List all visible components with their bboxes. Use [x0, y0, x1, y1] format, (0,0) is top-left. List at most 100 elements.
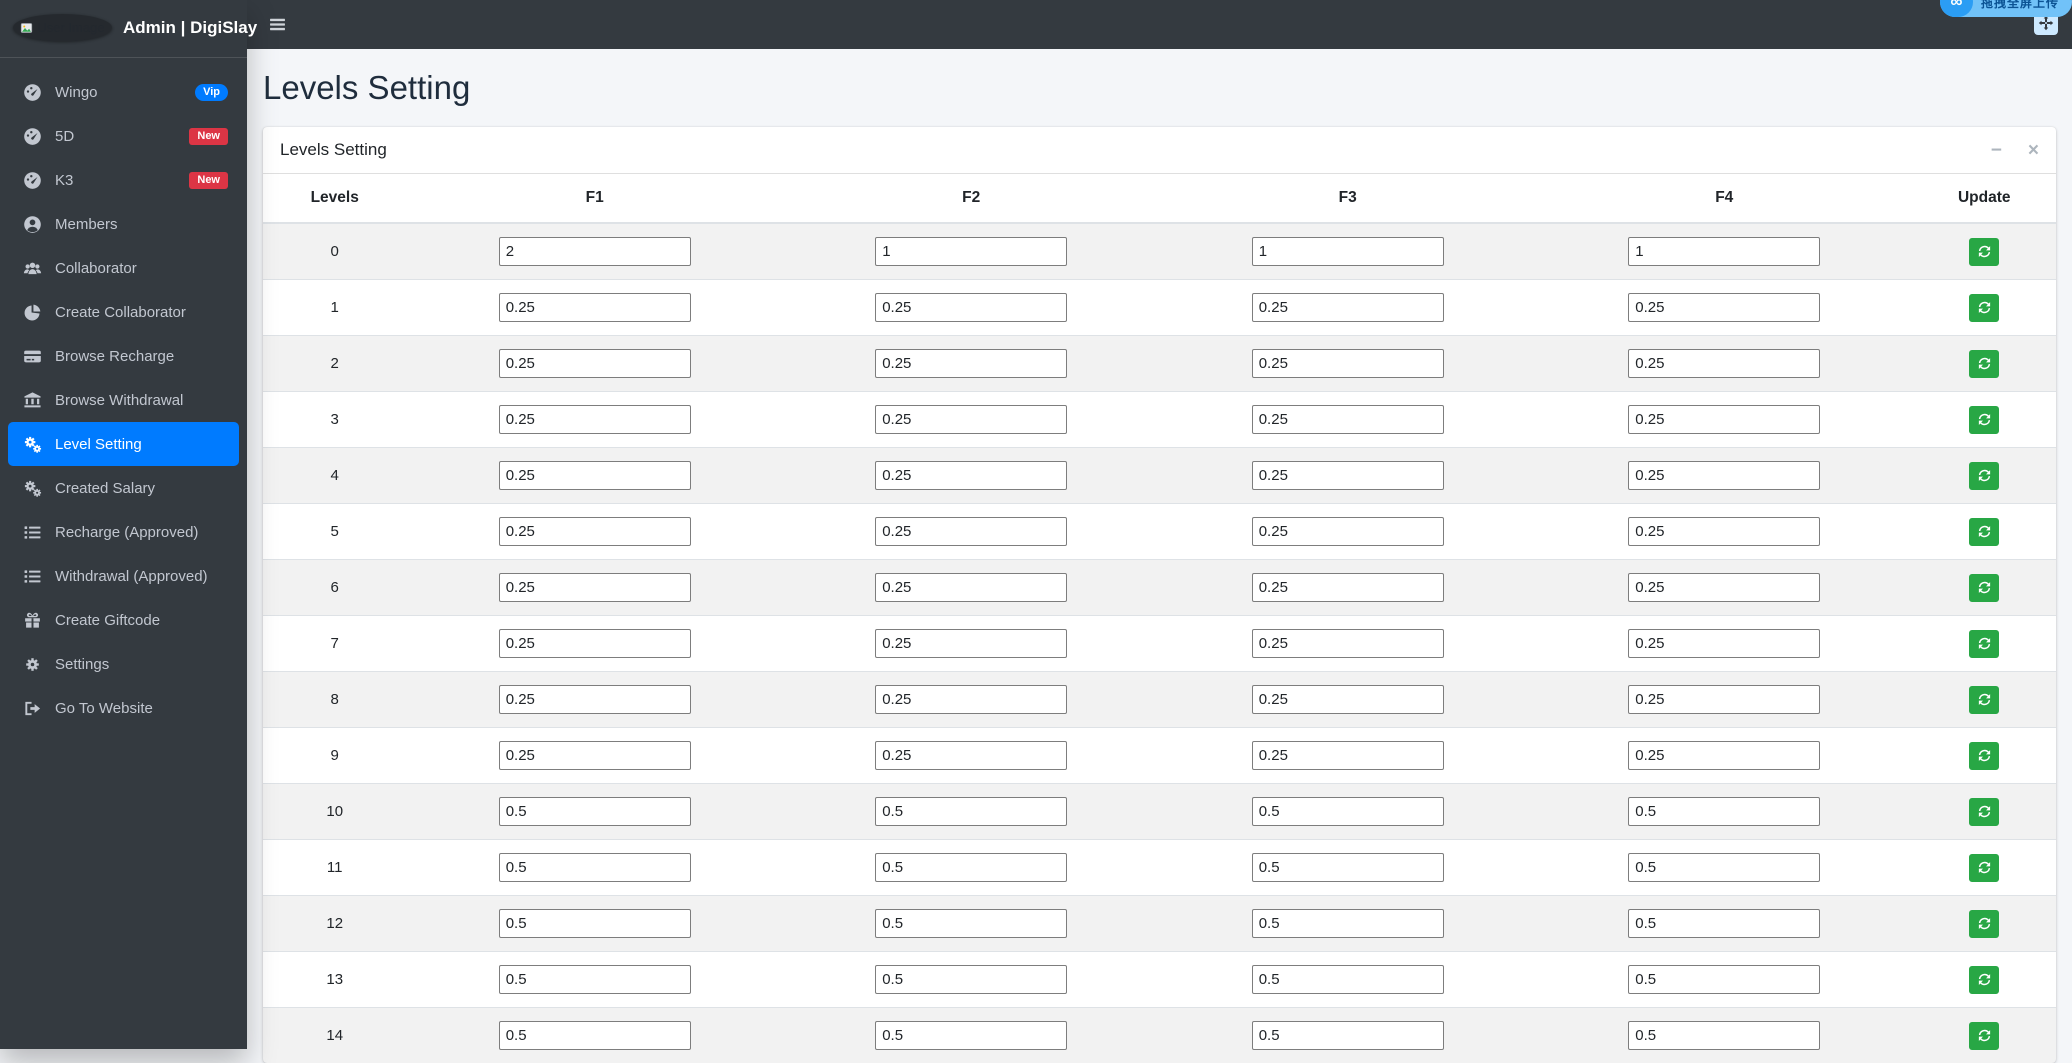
sidebar-item-browse-withdrawal[interactable]: Browse Withdrawal: [8, 378, 239, 422]
f1-input[interactable]: [499, 629, 691, 658]
sidebar-item-collaborator[interactable]: Collaborator: [8, 246, 239, 290]
f3-input[interactable]: [1252, 517, 1444, 546]
f2-input[interactable]: [875, 965, 1067, 994]
update-button[interactable]: [1969, 406, 1999, 434]
f4-input[interactable]: [1628, 1021, 1820, 1050]
update-button[interactable]: [1969, 854, 1999, 882]
table-header-row: Levels F1 F2 F3 F4 Update: [263, 174, 2056, 223]
f1-input[interactable]: [499, 685, 691, 714]
f1-input[interactable]: [499, 909, 691, 938]
update-button[interactable]: [1969, 742, 1999, 770]
f2-input[interactable]: [875, 741, 1067, 770]
f4-input[interactable]: [1628, 461, 1820, 490]
f3-input[interactable]: [1252, 461, 1444, 490]
levels-setting-card: Levels Setting − × Levels F1 F2 F3 F4 Up…: [263, 127, 2056, 1063]
f3-input[interactable]: [1252, 293, 1444, 322]
f4-input[interactable]: [1628, 349, 1820, 378]
update-button[interactable]: [1969, 630, 1999, 658]
update-button[interactable]: [1969, 238, 1999, 266]
f3-input[interactable]: [1252, 629, 1444, 658]
sidebar-item-created-salary[interactable]: Created Salary: [8, 466, 239, 510]
f4-input[interactable]: [1628, 853, 1820, 882]
f3-input[interactable]: [1252, 1021, 1444, 1050]
f4-input[interactable]: [1628, 685, 1820, 714]
update-button[interactable]: [1969, 350, 1999, 378]
f4-input[interactable]: [1628, 797, 1820, 826]
f4-input[interactable]: [1628, 965, 1820, 994]
update-button[interactable]: [1969, 294, 1999, 322]
f1-input[interactable]: [499, 1021, 691, 1050]
f1-input[interactable]: [499, 965, 691, 994]
f3-input[interactable]: [1252, 965, 1444, 994]
menu-toggle-button[interactable]: [269, 16, 286, 33]
f3-input[interactable]: [1252, 573, 1444, 602]
f4-input[interactable]: [1628, 573, 1820, 602]
sidebar-item-label: Withdrawal (Approved): [55, 568, 208, 585]
f4-input[interactable]: [1628, 629, 1820, 658]
f1-input[interactable]: [499, 853, 691, 882]
f2-input[interactable]: [875, 237, 1067, 266]
f2-input[interactable]: [875, 797, 1067, 826]
close-icon[interactable]: ×: [2028, 141, 2039, 160]
sidebar-item-create-collaborator[interactable]: Create Collaborator: [8, 290, 239, 334]
f3-input[interactable]: [1252, 741, 1444, 770]
sidebar-item-5d[interactable]: 5D New: [8, 114, 239, 158]
extension-badge[interactable]: ∞ 拖拽全屏上传: [1940, 0, 2072, 17]
sidebar-item-k3[interactable]: K3 New: [8, 158, 239, 202]
level-cell: 1: [263, 280, 406, 336]
update-button[interactable]: [1969, 462, 1999, 490]
f3-input[interactable]: [1252, 237, 1444, 266]
f2-input[interactable]: [875, 909, 1067, 938]
f2-input[interactable]: [875, 853, 1067, 882]
f3-input[interactable]: [1252, 685, 1444, 714]
f1-input[interactable]: [499, 293, 691, 322]
f1-input[interactable]: [499, 349, 691, 378]
sidebar-item-members[interactable]: Members: [8, 202, 239, 246]
sidebar-item-wingo[interactable]: Wingo Vip: [8, 70, 239, 114]
f2-input[interactable]: [875, 349, 1067, 378]
sidebar-item-browse-recharge[interactable]: Browse Recharge: [8, 334, 239, 378]
f3-input[interactable]: [1252, 797, 1444, 826]
f4-input[interactable]: [1628, 909, 1820, 938]
f2-input[interactable]: [875, 405, 1067, 434]
f1-input[interactable]: [499, 237, 691, 266]
sidebar-item-create-giftcode[interactable]: Create Giftcode: [8, 598, 239, 642]
update-button[interactable]: [1969, 686, 1999, 714]
sidebar-item-withdrawal-approved[interactable]: Withdrawal (Approved): [8, 554, 239, 598]
f1-input[interactable]: [499, 797, 691, 826]
f1-input[interactable]: [499, 405, 691, 434]
update-button[interactable]: [1969, 574, 1999, 602]
f4-input[interactable]: [1628, 293, 1820, 322]
f1-input[interactable]: [499, 573, 691, 602]
f3-input[interactable]: [1252, 909, 1444, 938]
update-button[interactable]: [1969, 798, 1999, 826]
list-icon: [19, 567, 45, 586]
brand-link[interactable]: Admin | DigiSlay: [123, 18, 257, 38]
f4-input[interactable]: [1628, 741, 1820, 770]
f4-input[interactable]: [1628, 237, 1820, 266]
f2-input[interactable]: [875, 461, 1067, 490]
f2-input[interactable]: [875, 1021, 1067, 1050]
f2-input[interactable]: [875, 685, 1067, 714]
f3-input[interactable]: [1252, 405, 1444, 434]
f4-input[interactable]: [1628, 517, 1820, 546]
f3-input[interactable]: [1252, 853, 1444, 882]
update-button[interactable]: [1969, 1022, 1999, 1050]
sidebar-item-go-to-website[interactable]: Go To Website: [8, 686, 239, 730]
f2-input[interactable]: [875, 293, 1067, 322]
f1-input[interactable]: [499, 461, 691, 490]
sidebar-item-level-setting[interactable]: Level Setting: [8, 422, 239, 466]
update-button[interactable]: [1969, 910, 1999, 938]
f1-input[interactable]: [499, 517, 691, 546]
f2-input[interactable]: [875, 629, 1067, 658]
f1-input[interactable]: [499, 741, 691, 770]
f2-input[interactable]: [875, 573, 1067, 602]
update-button[interactable]: [1969, 966, 1999, 994]
sidebar-item-settings[interactable]: Settings: [8, 642, 239, 686]
update-button[interactable]: [1969, 518, 1999, 546]
sidebar-item-recharge-approved[interactable]: Recharge (Approved): [8, 510, 239, 554]
f2-input[interactable]: [875, 517, 1067, 546]
f3-input[interactable]: [1252, 349, 1444, 378]
collapse-icon[interactable]: −: [1991, 141, 2002, 160]
f4-input[interactable]: [1628, 405, 1820, 434]
